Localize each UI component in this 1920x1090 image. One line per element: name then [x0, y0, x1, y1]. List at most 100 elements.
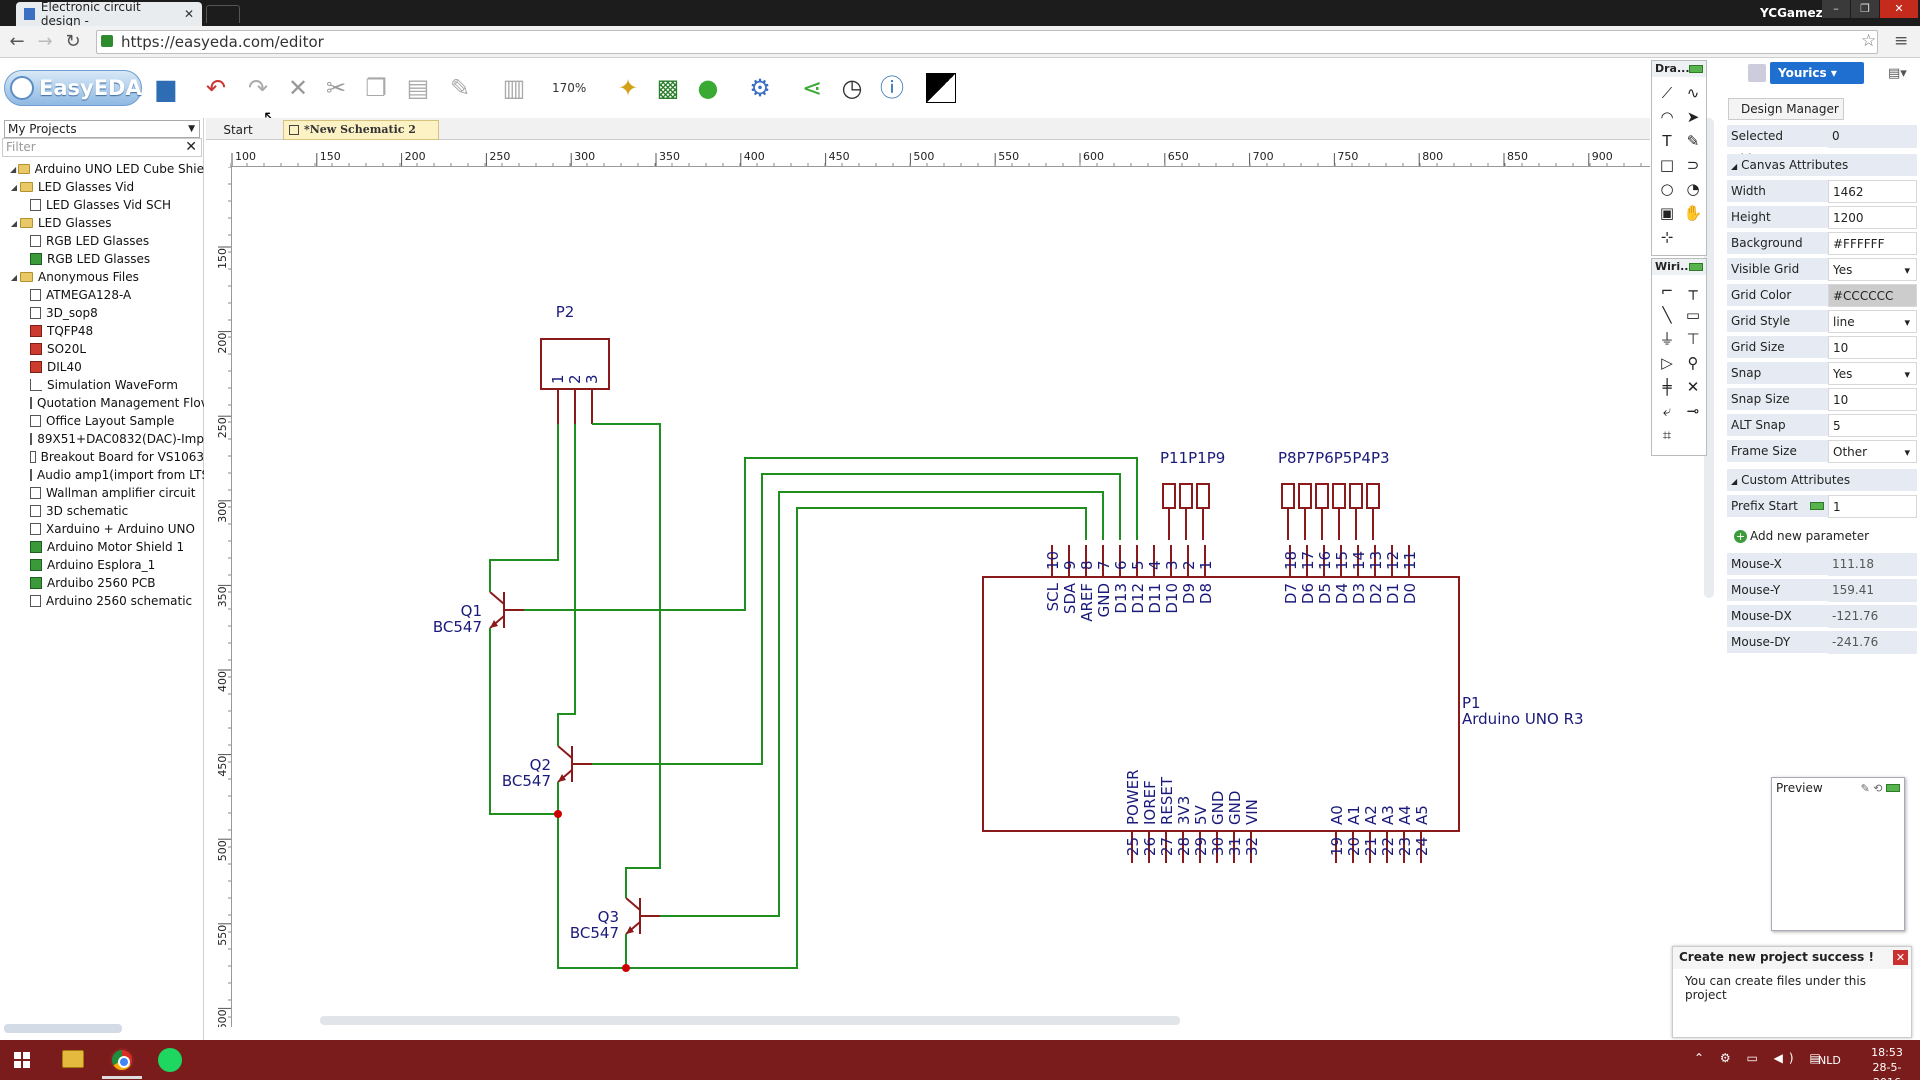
header-pin[interactable] [1179, 483, 1193, 509]
custom-attributes-section[interactable]: ◢ Custom Attributes [1727, 469, 1917, 491]
panel-collapse-icon[interactable] [1689, 65, 1703, 73]
expand-triangle-icon[interactable]: ◢ [8, 273, 20, 282]
header-pin[interactable] [1349, 483, 1363, 509]
tree-item[interactable]: Quotation Management Flov [0, 394, 204, 412]
arc-icon[interactable]: ◠ [1655, 105, 1679, 129]
header-pin[interactable] [1281, 483, 1295, 509]
pin-icon[interactable]: ╪ [1655, 375, 1679, 399]
settings-icon[interactable]: ⚙ [744, 72, 776, 104]
canvas-attr-input[interactable]: 1200 [1828, 206, 1917, 229]
group-icon[interactable]: ⌗ [1655, 423, 1679, 447]
bezier-icon[interactable]: ∿ [1681, 81, 1705, 105]
clear-filter-icon[interactable]: ✕ [185, 139, 197, 156]
junction-dot[interactable] [622, 964, 630, 972]
canvas-attributes-section[interactable]: ◢ Canvas Attributes [1727, 154, 1917, 176]
bus-entry-icon[interactable]: ╲ [1655, 303, 1679, 327]
tree-item[interactable]: ◢ LED Glasses Vid [0, 178, 204, 196]
tree-item[interactable]: Breakout Board for VS1063 [0, 448, 204, 466]
voltage-probe-icon[interactable]: ⚲ [1681, 351, 1705, 375]
undo-icon[interactable]: ↶ [200, 72, 232, 104]
anchor-icon[interactable]: ⊹ [1655, 225, 1679, 249]
drawing-tools-header[interactable]: Dra... [1652, 61, 1706, 77]
reload-icon[interactable]: ↻ [62, 31, 84, 52]
prefix-start-input[interactable]: 1 [1828, 495, 1917, 518]
header-pin[interactable] [1315, 483, 1329, 509]
tab-new-schematic[interactable]: *New Schematic 2 [283, 120, 439, 140]
tree-item[interactable]: 89X51+DAC0832(DAC)-Imp [0, 430, 204, 448]
canvas-attr-input[interactable]: #CCCCCC [1828, 284, 1917, 307]
share-icon[interactable]: ⋖ [796, 72, 828, 104]
q3-collector[interactable] [625, 897, 641, 911]
header-pin[interactable] [1366, 483, 1380, 509]
tree-item[interactable]: ◢ Anonymous Files [0, 268, 204, 286]
close-icon[interactable]: ✕ [1893, 950, 1908, 965]
easyeda-logo[interactable]: EasyEDA [4, 70, 142, 106]
canvas-attr-select[interactable]: Other [1828, 440, 1917, 464]
tree-item[interactable]: Xarduino + Arduino UNO [0, 520, 204, 538]
wand-icon[interactable]: ✦ [612, 72, 644, 104]
canvas-attr-select[interactable]: Yes [1828, 362, 1917, 386]
header-pin[interactable] [1196, 483, 1210, 509]
junction-icon[interactable]: ⤶ [1655, 399, 1679, 423]
tree-item[interactable]: RGB LED Glasses [0, 232, 204, 250]
canvas-attr-input[interactable]: 10 [1828, 388, 1917, 411]
q2-collector[interactable] [557, 745, 573, 759]
new-tab-button[interactable] [206, 5, 240, 23]
browser-tab[interactable]: Electronic circuit design - ✕ [16, 0, 202, 28]
info-icon[interactable]: ⓘ [876, 72, 908, 104]
avatar[interactable] [1748, 64, 1766, 82]
pie-icon[interactable]: ◔ [1681, 177, 1705, 201]
tree-item[interactable]: SO20L [0, 340, 204, 358]
tree-item[interactable]: Arduino Motor Shield 1 [0, 538, 204, 556]
vcc-icon[interactable]: ⊤ [1681, 327, 1705, 351]
tree-item[interactable]: LED Glasses Vid SCH [0, 196, 204, 214]
header-pin[interactable] [1298, 483, 1312, 509]
canvas-horizontal-scrollbar[interactable] [320, 1016, 1180, 1025]
open-icon[interactable]: ▆ [150, 72, 182, 104]
format-icon[interactable]: ✎ [444, 72, 476, 104]
history-icon[interactable]: ◷ [836, 72, 868, 104]
ellipse-icon[interactable]: ○ [1655, 177, 1679, 201]
paste-icon[interactable]: ▤ [402, 72, 434, 104]
left-panel-scrollbar[interactable] [4, 1024, 122, 1033]
delete-icon[interactable]: ✕ [282, 72, 314, 104]
maximize-button[interactable]: ❐ [1851, 0, 1879, 18]
simulate-icon[interactable]: ● [692, 72, 724, 104]
tree-item[interactable]: ATMEGA128-A [0, 286, 204, 304]
junction-dot[interactable] [554, 810, 562, 818]
tree-item[interactable]: ◢ Arduino UNO LED Cube Shie [0, 160, 204, 178]
tree-item[interactable]: ◢ LED Glasses [0, 214, 204, 232]
filter-input[interactable]: Filter ✕ [2, 138, 202, 157]
tree-item[interactable]: Arduino 2560 schematic [0, 592, 204, 610]
bookmark-star-icon[interactable]: ☆ [1861, 31, 1876, 51]
freehand-icon[interactable]: ✎ [1681, 129, 1705, 153]
netflag-icon[interactable]: ▷ [1655, 351, 1679, 375]
copy-icon[interactable]: ❐ [360, 72, 392, 104]
edit-icon[interactable]: ✎ [1861, 782, 1870, 795]
tree-item[interactable]: DIL40 [0, 358, 204, 376]
taskbar-clock[interactable]: 18:53 28-5-2016 [1862, 1045, 1912, 1090]
canvas-attr-select[interactable]: line [1828, 310, 1917, 334]
bus-icon[interactable]: ┬ [1681, 279, 1705, 303]
pcb-icon[interactable]: ▩ [652, 72, 684, 104]
wire-q3-base[interactable] [660, 491, 1104, 917]
schematic-canvas[interactable]: P21 2 3Q1BC547Q2BC547Q3BC547P11P1P9 P8P7P6P… [234, 169, 1650, 1026]
expand-triangle-icon[interactable]: ◢ [8, 165, 18, 174]
arrow-icon[interactable]: ➤ [1681, 105, 1705, 129]
design-manager-button[interactable]: Design Manager ▸ [1728, 98, 1844, 136]
layout-menu-icon[interactable]: ▤▾ [1888, 66, 1907, 81]
refresh-icon[interactable]: ⟲ [1873, 782, 1882, 795]
port-icon[interactable]: ⊸ [1681, 399, 1705, 423]
header-pin[interactable] [1332, 483, 1346, 509]
wire-p2-2[interactable] [557, 424, 576, 746]
tree-item[interactable]: 3D_sop8 [0, 304, 204, 322]
pan-hand-icon[interactable]: ✋ [1681, 201, 1705, 225]
cut-icon[interactable]: ✂ [320, 72, 352, 104]
prefix-toggle-icon[interactable] [1809, 502, 1824, 510]
redo-icon[interactable]: ↷ [242, 72, 274, 104]
tree-item[interactable]: TQFP48 [0, 322, 204, 340]
canvas-attr-input[interactable]: #FFFFFF [1828, 232, 1917, 255]
polygon-icon[interactable]: ⊃ [1681, 153, 1705, 177]
expand-triangle-icon[interactable]: ◢ [8, 219, 20, 228]
user-menu-button[interactable]: Yourics ▾ [1770, 62, 1864, 84]
